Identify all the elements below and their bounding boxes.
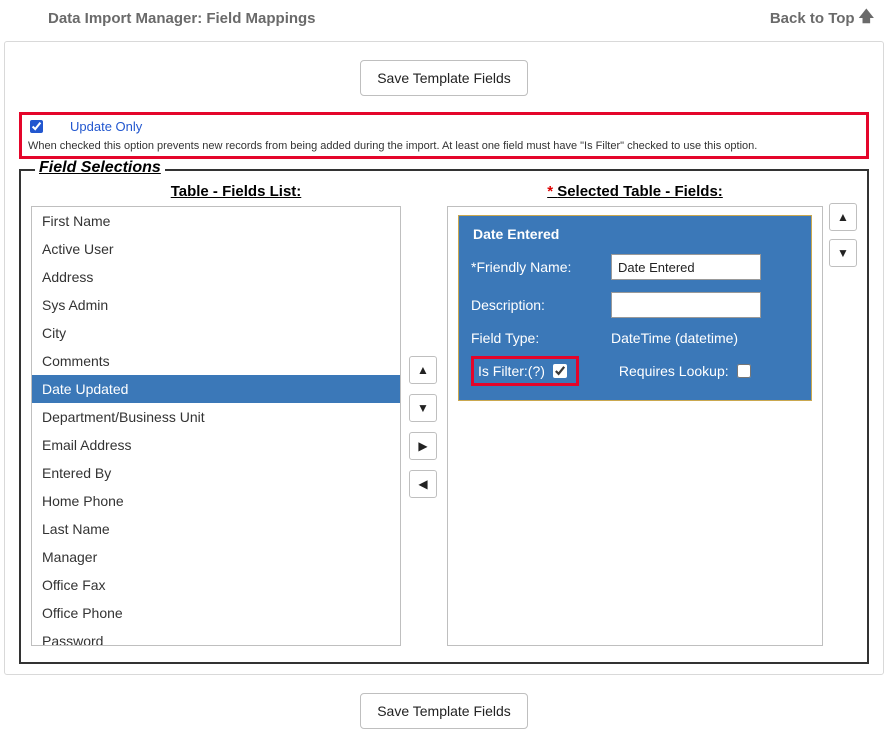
fields-list-heading: Table - Fields List: xyxy=(31,183,441,206)
reorder-down-button[interactable]: ▼ xyxy=(829,239,857,267)
list-item[interactable]: Last Name xyxy=(32,515,400,543)
requires-lookup-checkbox[interactable] xyxy=(737,364,751,378)
is-filter-highlight: Is Filter:(?) xyxy=(471,356,579,386)
list-item[interactable]: City xyxy=(32,319,400,347)
save-template-button-top[interactable]: Save Template Fields xyxy=(360,60,528,96)
list-item[interactable]: Office Fax xyxy=(32,571,400,599)
reorder-up-button[interactable]: ▲ xyxy=(829,203,857,231)
update-only-description: When checked this option prevents new re… xyxy=(26,136,862,152)
list-item[interactable]: Email Address xyxy=(32,431,400,459)
list-item[interactable]: Entered By xyxy=(32,459,400,487)
move-right-button[interactable]: ▶ xyxy=(409,432,437,460)
update-only-highlight: Update Only When checked this option pre… xyxy=(19,112,869,159)
back-to-top-link[interactable]: Back to Top 🡅 xyxy=(770,6,874,31)
update-only-label: Update Only xyxy=(70,119,142,134)
description-input[interactable] xyxy=(611,292,761,318)
update-only-checkbox[interactable] xyxy=(30,120,43,133)
save-template-button-bottom[interactable]: Save Template Fields xyxy=(360,693,528,729)
list-item[interactable]: Sys Admin xyxy=(32,291,400,319)
list-item[interactable]: Password xyxy=(32,627,400,646)
is-filter-label: Is Filter:(?) xyxy=(478,363,545,379)
field-type-value: DateTime (datetime) xyxy=(611,330,738,346)
description-label: Description: xyxy=(471,297,611,313)
friendly-name-label: *Friendly Name: xyxy=(471,259,611,275)
fields-listbox[interactable]: First NameActive UserAddressSys AdminCit… xyxy=(31,206,401,646)
is-filter-checkbox[interactable] xyxy=(553,364,567,378)
list-item[interactable]: Date Updated xyxy=(32,375,400,403)
move-all-down-button[interactable]: ▼ xyxy=(409,394,437,422)
page-title: Data Import Manager: Field Mappings xyxy=(14,10,316,27)
arrow-up-icon: 🡅 xyxy=(859,6,874,31)
field-selections-fieldset: Field Selections Table - Fields List: Fi… xyxy=(19,169,869,664)
back-to-top-label: Back to Top xyxy=(770,10,855,27)
list-item[interactable]: Manager xyxy=(32,543,400,571)
requires-lookup-label: Requires Lookup: xyxy=(619,363,729,379)
list-item[interactable]: Office Phone xyxy=(32,599,400,627)
list-item[interactable]: Home Phone xyxy=(32,487,400,515)
friendly-name-input[interactable] xyxy=(611,254,761,280)
selected-field-legend: Date Entered xyxy=(471,226,799,242)
move-all-up-button[interactable]: ▲ xyxy=(409,356,437,384)
list-item[interactable]: Active User xyxy=(32,235,400,263)
list-item[interactable]: First Name xyxy=(32,207,400,235)
move-left-button[interactable]: ◀ xyxy=(409,470,437,498)
list-item[interactable]: Department/Business Unit xyxy=(32,403,400,431)
selected-fields-heading: * Selected Table - Fields: xyxy=(447,183,823,206)
field-selections-legend: Field Selections xyxy=(35,159,165,177)
list-item[interactable]: Comments xyxy=(32,347,400,375)
list-item[interactable]: Address xyxy=(32,263,400,291)
main-panel: Save Template Fields Update Only When ch… xyxy=(4,41,884,675)
selected-field-panel: Date Entered *Friendly Name: Description… xyxy=(458,215,812,401)
selected-fields-box: Date Entered *Friendly Name: Description… xyxy=(447,206,823,646)
field-type-label: Field Type: xyxy=(471,330,611,346)
